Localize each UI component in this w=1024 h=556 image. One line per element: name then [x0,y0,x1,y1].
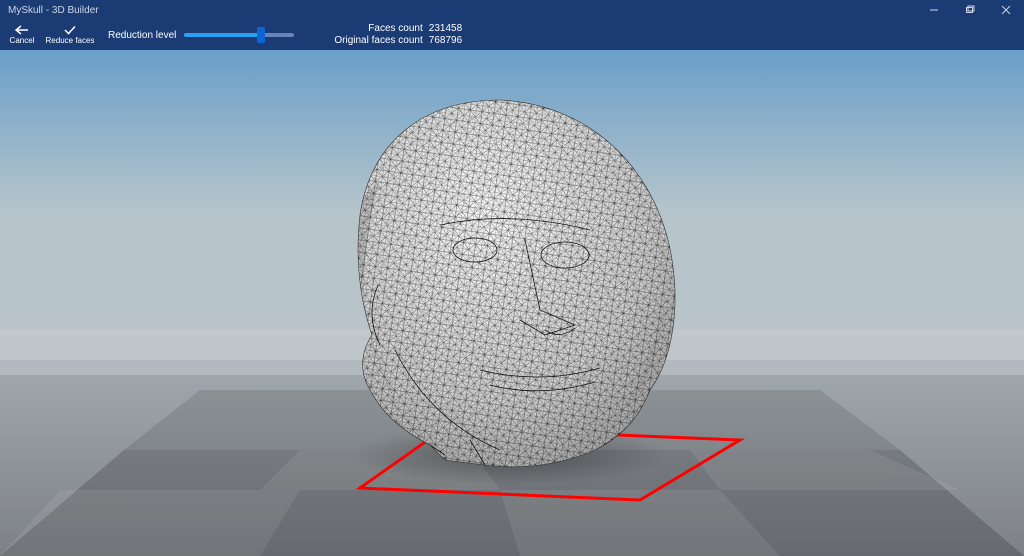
accept-label: Reduce faces [46,36,95,45]
reduction-slider-group: Reduction level [108,30,294,41]
reduction-slider[interactable] [184,33,294,37]
close-icon [1001,5,1011,15]
cancel-label: Cancel [10,36,35,45]
cancel-button[interactable]: Cancel [0,20,44,50]
faces-count-value: 231458 [429,23,469,35]
viewport-3d[interactable] [0,50,1024,556]
original-faces-value: 768796 [429,35,469,47]
minimize-icon [929,5,939,15]
viewport-canvas [0,50,1024,556]
reduction-slider-label: Reduction level [108,30,176,41]
close-button[interactable] [988,0,1024,20]
faces-count-label: Faces count [368,23,422,35]
back-arrow-icon [15,25,29,35]
checkmark-icon [63,25,77,35]
original-faces-label: Original faces count [334,35,422,47]
minimize-button[interactable] [916,0,952,20]
window-controls [916,0,1024,20]
accept-button[interactable]: Reduce faces [44,20,96,50]
face-count-stats: Faces count 231458 Original faces count … [334,23,468,47]
window-title: MySkull - 3D Builder [8,5,99,16]
command-bar: Cancel Reduce faces Reduction level Face… [0,20,1024,50]
reduction-slider-fill [184,33,261,37]
reduction-slider-thumb[interactable] [257,27,265,43]
window-titlebar: MySkull - 3D Builder [0,0,1024,20]
maximize-button[interactable] [952,0,988,20]
maximize-icon [965,5,975,15]
